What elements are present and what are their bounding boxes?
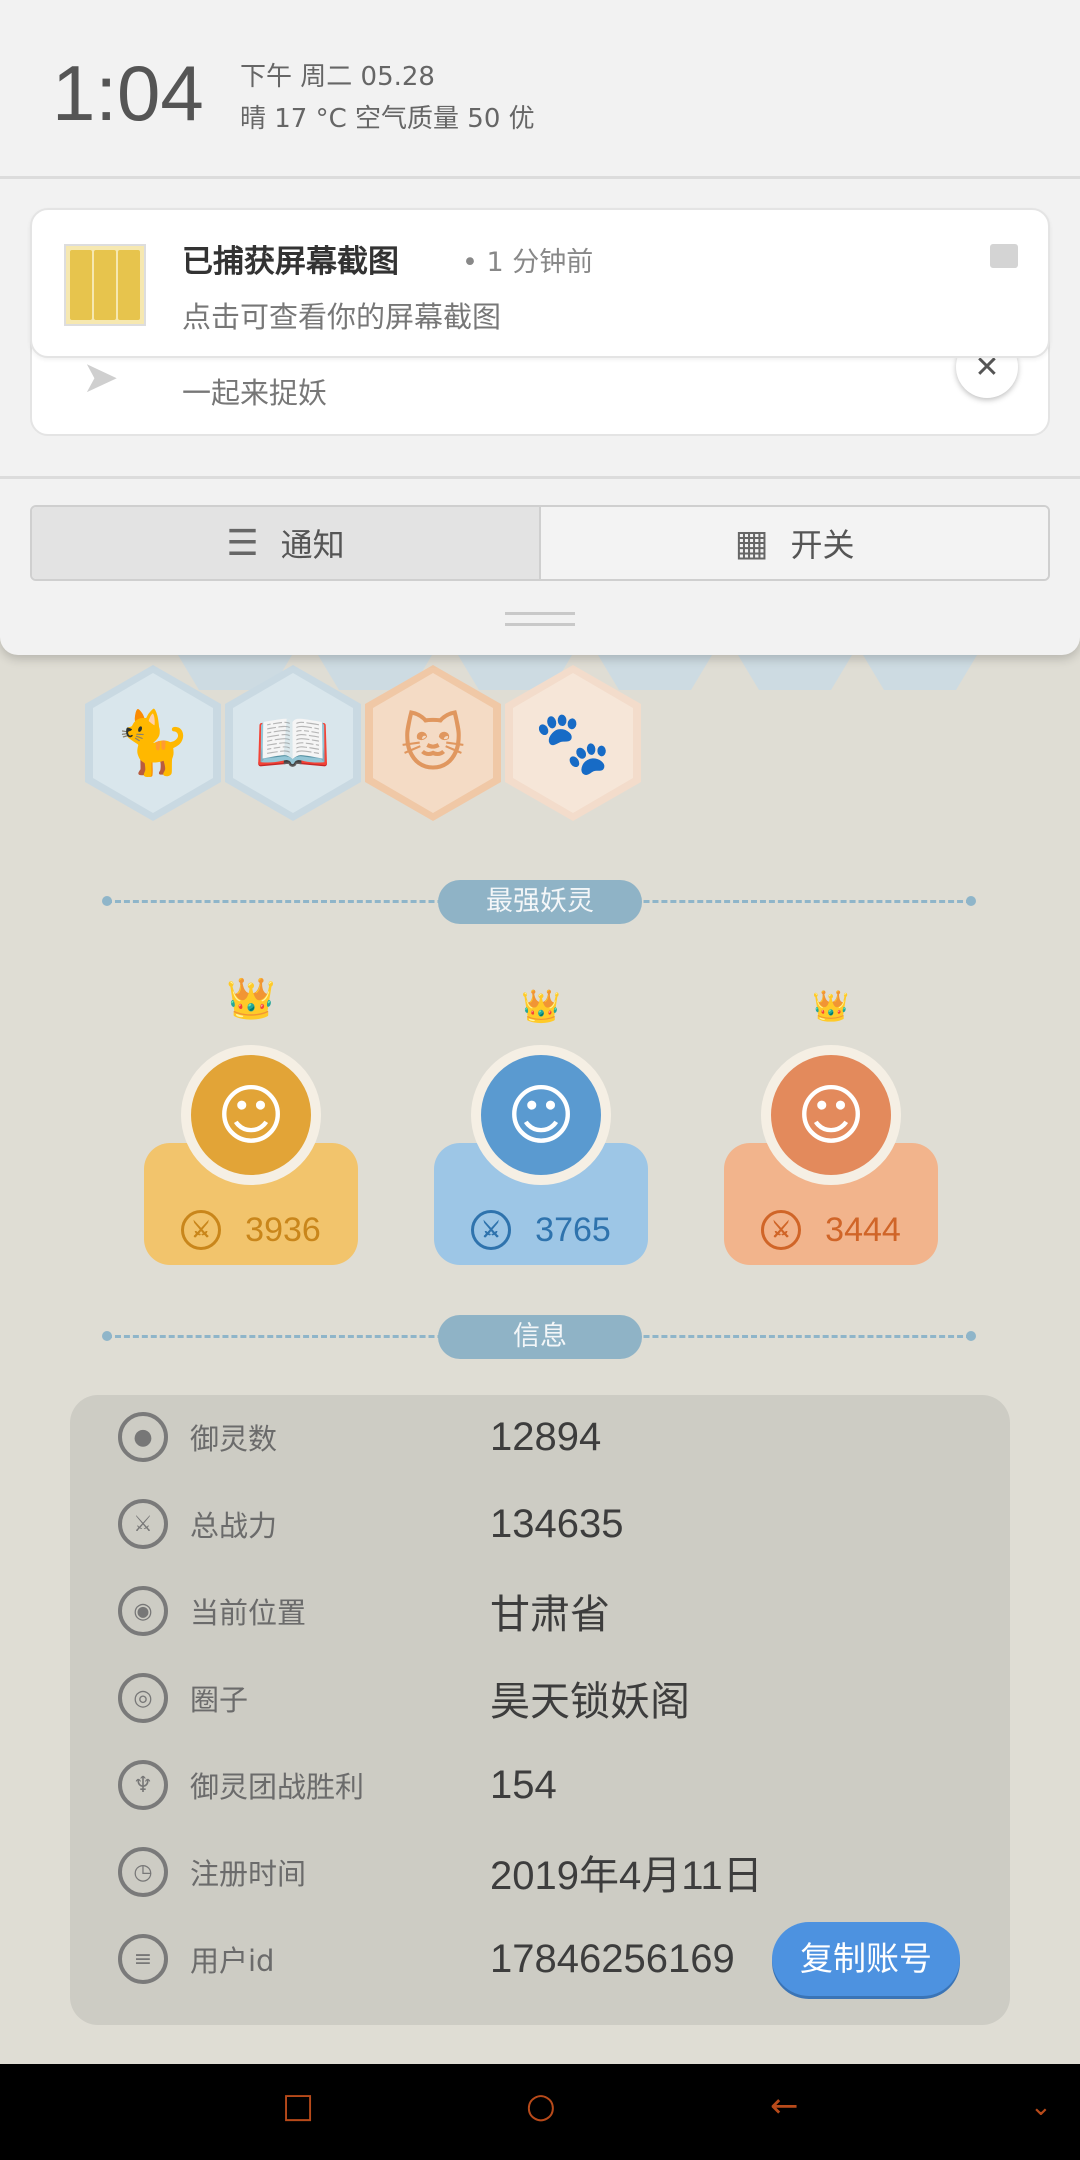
info-panel: ● 御灵数 12894 ⚔ 总战力 134635 ◉ 当前位置 甘肃省 ◎ 圈子… xyxy=(70,1395,1010,2025)
grid-icon: ▦ xyxy=(734,522,769,564)
hero-card-3[interactable]: 👑 ☺ ⚔ 3444 xyxy=(724,975,938,1265)
info-label: 当前位置 xyxy=(190,1596,307,1630)
info-value: 甘肃省 xyxy=(490,1593,610,1637)
screenshot-thumbnail xyxy=(64,244,146,326)
info-label: 总战力 xyxy=(190,1509,278,1543)
date[interactable]: 下午 周二 05.28 xyxy=(240,56,435,93)
info-value: 134635 xyxy=(490,1501,624,1546)
info-row-register-time: ◷ 注册时间 2019年4月11日 xyxy=(118,1842,978,1902)
hero-power: ⚔ 3936 xyxy=(144,1205,358,1255)
info-row-team-wins: ♆ 御灵团战胜利 154 xyxy=(118,1755,978,1815)
sword-icon: ⚔ xyxy=(471,1210,512,1250)
section-title-info: 信息 xyxy=(438,1315,642,1359)
crown-icon: 👑 xyxy=(812,989,850,1024)
power-value: 3765 xyxy=(535,1210,611,1249)
spirit-icon: ● xyxy=(118,1412,168,1462)
notification-time: • 1 分钟前 xyxy=(462,247,594,278)
power-value: 3444 xyxy=(825,1210,901,1249)
notification-shade: 1:04 下午 周二 05.28 晴 17 °C 空气质量 50 优 ➤ 一起来… xyxy=(0,0,1080,655)
badge-cat-monster[interactable]: 🐈 xyxy=(85,665,221,821)
list-icon: ☰ xyxy=(226,522,259,564)
info-row-location: ◉ 当前位置 甘肃省 xyxy=(118,1581,978,1641)
power-value: 3936 xyxy=(245,1210,321,1249)
hero-power: ⚔ 3765 xyxy=(434,1205,648,1255)
notification-text: 点击可查看你的屏幕截图 xyxy=(182,300,502,334)
info-row-circle: ◎ 圈子 昊天锁妖阁 xyxy=(118,1668,978,1728)
crown-icon: 👑 xyxy=(521,987,561,1025)
info-value: 2019年4月11日 xyxy=(490,1854,763,1898)
tab-toggles[interactable]: ▦ 开关 xyxy=(539,507,1048,579)
circle-icon: ◎ xyxy=(118,1673,168,1723)
trophy-icon: ♆ xyxy=(118,1760,168,1810)
back-icon[interactable]: ← xyxy=(770,2086,799,2126)
badge-cat-silhouette[interactable]: 🐾 xyxy=(505,665,641,821)
sword-icon: ⚔ xyxy=(118,1499,168,1549)
sword-icon: ⚔ xyxy=(761,1210,802,1250)
info-label: 注册时间 xyxy=(190,1857,307,1891)
shade-tabs: ☰ 通知 ▦ 开关 xyxy=(30,505,1050,581)
info-value: 154 xyxy=(490,1762,557,1807)
info-value: 17846256169 xyxy=(490,1936,735,1981)
hero-power: ⚔ 3444 xyxy=(724,1205,938,1255)
cat-icon: 🐾 xyxy=(513,673,633,813)
image-icon xyxy=(990,244,1018,268)
screen: 🐈 📖 🐱 🐾 最强妖灵 👑 ☺ ⚔ 3936 👑 ☺ ⚔ 3765 👑 ☺ ⚔… xyxy=(0,0,1080,2160)
badge-stroller-cat[interactable]: 🐱 xyxy=(365,665,501,821)
notification-screenshot[interactable]: 已捕获屏幕截图 • 1 分钟前 点击可查看你的屏幕截图 xyxy=(30,208,1050,358)
crown-icon: 👑 xyxy=(226,976,276,1022)
info-label: 御灵数 xyxy=(190,1422,278,1456)
tab-label: 开关 xyxy=(790,526,855,564)
info-row-spirits: ● 御灵数 12894 xyxy=(118,1407,978,1467)
info-label: 用户id xyxy=(190,1944,275,1978)
arrow-icon: ➤ xyxy=(82,352,119,403)
monster-icon: 🐈 xyxy=(93,673,213,813)
recents-icon[interactable]: □ xyxy=(282,2086,314,2126)
stroller-icon: 🐱 xyxy=(373,673,493,813)
tab-label: 通知 xyxy=(280,526,345,564)
avatar: ☺ xyxy=(761,1045,901,1185)
info-label: 圈子 xyxy=(190,1683,249,1717)
info-label: 御灵团战胜利 xyxy=(190,1770,365,1804)
info-row-power: ⚔ 总战力 134635 xyxy=(118,1494,978,1554)
notification-text: 一起来捉妖 xyxy=(182,376,328,410)
avatar: ☺ xyxy=(471,1045,611,1185)
weather[interactable]: 晴 17 °C 空气质量 50 优 xyxy=(240,98,535,135)
clock-icon: ◷ xyxy=(118,1847,168,1897)
home-icon[interactable]: ○ xyxy=(526,2086,556,2126)
notification-title: 已捕获屏幕截图 xyxy=(182,244,399,280)
avatar: ☺ xyxy=(181,1045,321,1185)
hero-card-1[interactable]: 👑 ☺ ⚔ 3936 xyxy=(144,975,358,1265)
info-value: 12894 xyxy=(490,1414,602,1459)
id-icon: ≡ xyxy=(118,1934,168,1984)
hero-card-2[interactable]: 👑 ☺ ⚔ 3765 xyxy=(434,975,648,1265)
copy-account-button[interactable]: 复制账号 xyxy=(772,1922,960,1996)
book-icon: 📖 xyxy=(233,673,353,813)
section-title-strongest: 最强妖灵 xyxy=(438,880,642,924)
sword-icon: ⚔ xyxy=(181,1210,222,1250)
divider xyxy=(0,476,1080,479)
clock[interactable]: 1:04 xyxy=(52,48,204,139)
location-icon: ◉ xyxy=(118,1586,168,1636)
divider xyxy=(0,176,1080,179)
chevron-down-icon[interactable]: ⌄ xyxy=(1030,2092,1052,2122)
info-value: 昊天锁妖阁 xyxy=(490,1680,690,1724)
navigation-bar: □ ○ ← ⌄ xyxy=(0,2064,1080,2160)
badge-book-cat[interactable]: 📖 xyxy=(225,665,361,821)
tab-notifications[interactable]: ☰ 通知 xyxy=(32,507,539,579)
drag-handle[interactable] xyxy=(505,612,575,626)
badge-row: 🐈 📖 🐱 🐾 xyxy=(85,665,1045,825)
